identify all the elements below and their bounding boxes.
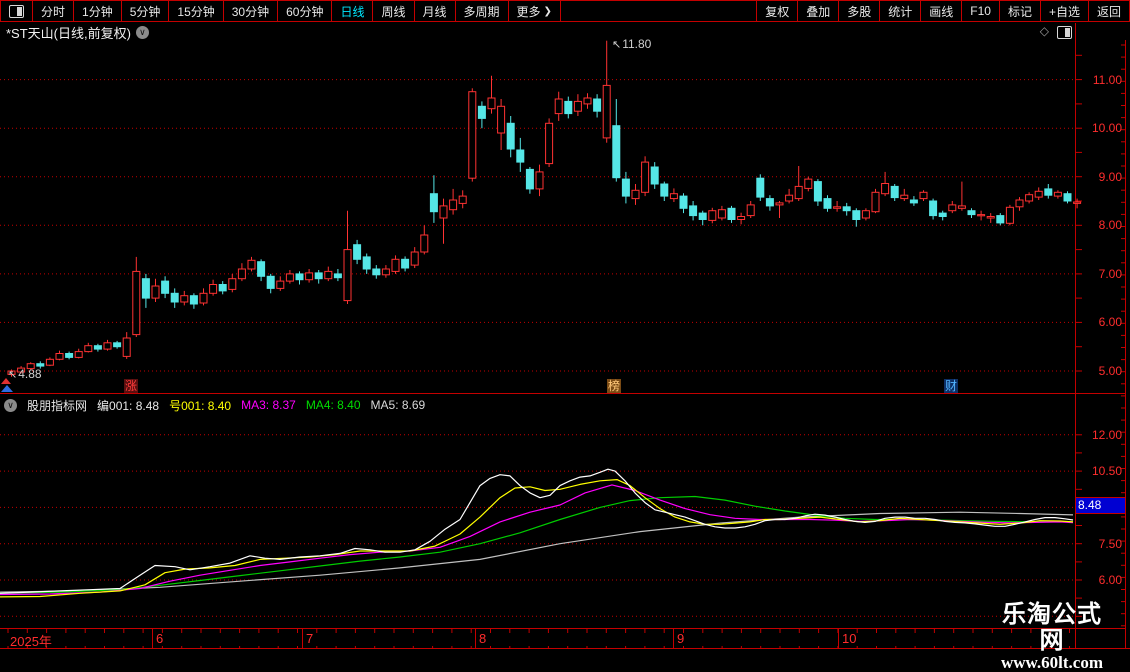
x-axis-label: 10 bbox=[842, 631, 856, 646]
top-toolbar: 分时1分钟5分钟15分钟30分钟60分钟日线周线月线多周期更多❯ 复权叠加多股统… bbox=[0, 0, 1130, 22]
y-axis-label: 9.00 bbox=[1078, 170, 1122, 184]
layout-icon bbox=[9, 5, 24, 18]
toolbar-item[interactable]: 15分钟 bbox=[169, 1, 223, 21]
y-axis-label: 10.50 bbox=[1078, 464, 1122, 478]
toolbar-item[interactable]: 1分钟 bbox=[74, 1, 122, 21]
high-price-annotation: ↖11.80 bbox=[612, 37, 651, 51]
low-price-label: 4.88 bbox=[18, 367, 41, 381]
chevron-down-icon[interactable]: ∨ bbox=[136, 26, 149, 39]
indicator-collapse-icon[interactable]: ∨ bbox=[4, 399, 17, 412]
tools-toolbar: 复权叠加多股统计画线F10标记+自选返回 bbox=[756, 1, 1129, 21]
toolbar-item[interactable]: 返回 bbox=[1088, 1, 1129, 21]
toolbar-item[interactable]: 5分钟 bbox=[122, 1, 170, 21]
x-axis-label: 7 bbox=[306, 631, 313, 646]
y-axis-label: 6.00 bbox=[1078, 573, 1122, 587]
y-axis-label: 6.00 bbox=[1078, 315, 1122, 329]
x-axis-label: 6 bbox=[156, 631, 163, 646]
up-triangles-icon bbox=[1, 378, 13, 392]
toolbar-item[interactable]: F10 bbox=[961, 1, 999, 21]
toolbar-item[interactable]: 分时 bbox=[33, 1, 74, 21]
hot-badge[interactable]: 涨 bbox=[124, 379, 138, 393]
watermark-title: 乐淘公式网 bbox=[994, 602, 1110, 654]
y-axis-label: 8.00 bbox=[1078, 218, 1122, 232]
indicator-name[interactable]: 股朋指标网 bbox=[27, 397, 87, 414]
indicator-field: MA3: 8.37 bbox=[241, 398, 296, 412]
toolbar-item[interactable]: 统计 bbox=[879, 1, 920, 21]
toolbar-item[interactable]: 月线 bbox=[415, 1, 456, 21]
toolbar-item[interactable]: 周线 bbox=[373, 1, 414, 21]
indicator-header: ∨ 股朋指标网 编001: 8.48 号001: 8.40 MA3: 8.37 MA4… bbox=[4, 397, 425, 413]
toolbar-item[interactable]: 画线 bbox=[920, 1, 961, 21]
high-price-label: 11.80 bbox=[622, 37, 651, 51]
indicator-field: MA4: 8.40 bbox=[306, 398, 361, 412]
indicator-value-badge: 8.48 bbox=[1076, 497, 1125, 514]
toolbar-item[interactable]: 30分钟 bbox=[224, 1, 278, 21]
symbol-title-row: *ST天山(日线,前复权) ∨ bbox=[6, 24, 149, 40]
y-axis-label: 7.50 bbox=[1078, 537, 1122, 551]
y-axis-label: 7.00 bbox=[1078, 267, 1122, 281]
indicator-field: 编001: 8.48 bbox=[97, 397, 159, 414]
layout-icon[interactable] bbox=[1, 1, 33, 21]
x-axis-label: 9 bbox=[677, 631, 684, 646]
y-axis-label: 12.00 bbox=[1078, 428, 1122, 442]
indicator-field: 号001: 8.40 bbox=[169, 397, 231, 414]
toolbar-item[interactable]: 标记 bbox=[999, 1, 1040, 21]
diamond-icon[interactable]: ◇ bbox=[1040, 25, 1049, 39]
toolbar-item[interactable]: 更多❯ bbox=[509, 1, 561, 21]
toolbar-item[interactable]: 多周期 bbox=[456, 1, 509, 21]
high-arrow-icon: ↖ bbox=[612, 39, 621, 51]
watermark-url: www.60lt.com bbox=[994, 654, 1110, 671]
panel-toggle-icon[interactable] bbox=[1057, 26, 1072, 39]
hot-badge[interactable]: 榜 bbox=[607, 379, 621, 393]
chevron-right-icon: ❯ bbox=[544, 6, 552, 17]
indicator-field: MA5: 8.69 bbox=[371, 398, 426, 412]
y-axis-label: 10.00 bbox=[1078, 121, 1122, 135]
hot-badge[interactable]: 财 bbox=[944, 379, 958, 393]
chart-canvas bbox=[0, 0, 1130, 650]
toolbar-item[interactable]: 多股 bbox=[838, 1, 879, 21]
toolbar-item[interactable]: 叠加 bbox=[797, 1, 838, 21]
low-price-annotation: ↖4.88 bbox=[8, 367, 42, 381]
symbol-title: *ST天山(日线,前复权) bbox=[6, 23, 131, 42]
x-axis-year-label: 2025年 bbox=[10, 631, 52, 650]
period-toolbar: 分时1分钟5分钟15分钟30分钟60分钟日线周线月线多周期更多❯ bbox=[1, 1, 561, 21]
toolbar-item[interactable]: 日线 bbox=[332, 1, 373, 21]
y-axis-label: 11.00 bbox=[1078, 73, 1122, 87]
toolbar-item[interactable]: 复权 bbox=[756, 1, 797, 21]
y-axis-label: 5.00 bbox=[1078, 364, 1122, 378]
toolbar-item[interactable]: +自选 bbox=[1040, 1, 1088, 21]
watermark: 乐淘公式网 www.60lt.com bbox=[994, 602, 1110, 671]
x-axis-label: 8 bbox=[479, 631, 486, 646]
toolbar-item[interactable]: 60分钟 bbox=[278, 1, 332, 21]
